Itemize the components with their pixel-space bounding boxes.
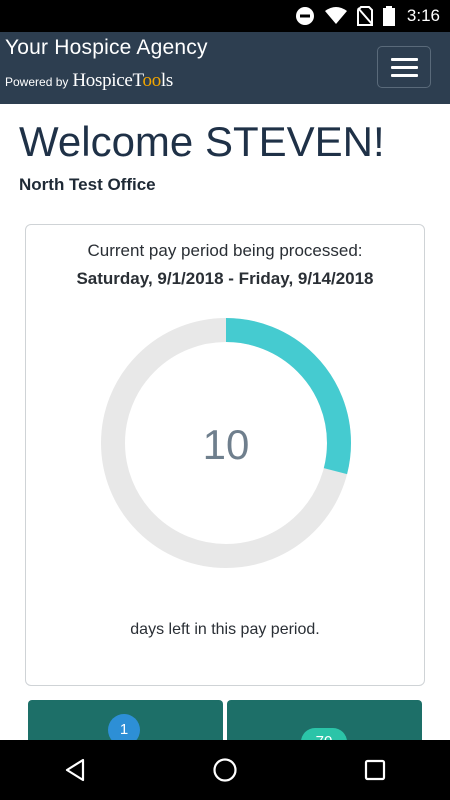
app-header: Your Hospice Agency Powered by HospiceTo…	[0, 32, 450, 104]
do-not-disturb-icon	[295, 6, 315, 26]
no-sim-icon	[356, 6, 373, 26]
status-time: 3:16	[406, 6, 440, 25]
pay-period-label: Current pay period being processed:	[87, 241, 363, 260]
hamburger-menu-icon[interactable]	[377, 46, 431, 88]
battery-icon	[382, 6, 395, 26]
powered-by-label: Powered by	[5, 75, 69, 89]
home-circle-icon[interactable]	[195, 740, 255, 800]
android-nav-bar	[0, 740, 450, 800]
days-left-count: 10	[203, 421, 250, 468]
days-left-ring: 10	[101, 318, 351, 568]
status-bar: 3:16	[0, 0, 450, 32]
agency-name: Your Hospice Agency	[5, 36, 208, 59]
days-left-caption: days left in this pay period.	[130, 621, 320, 638]
pay-period-dates: Saturday, 9/1/2018 - Friday, 9/14/2018	[76, 269, 374, 288]
office-name: North Test Office	[19, 175, 156, 194]
powered-by-brand: Powered by HospiceTools	[5, 70, 173, 92]
page-title: Welcome STEVEN!	[19, 118, 385, 165]
back-triangle-icon[interactable]	[45, 740, 105, 800]
recents-square-icon[interactable]	[345, 740, 405, 800]
pay-period-card: Current pay period being processed: Satu…	[25, 224, 425, 686]
hospicetools-logo: HospiceTools	[72, 70, 173, 91]
wifi-icon	[324, 7, 347, 25]
